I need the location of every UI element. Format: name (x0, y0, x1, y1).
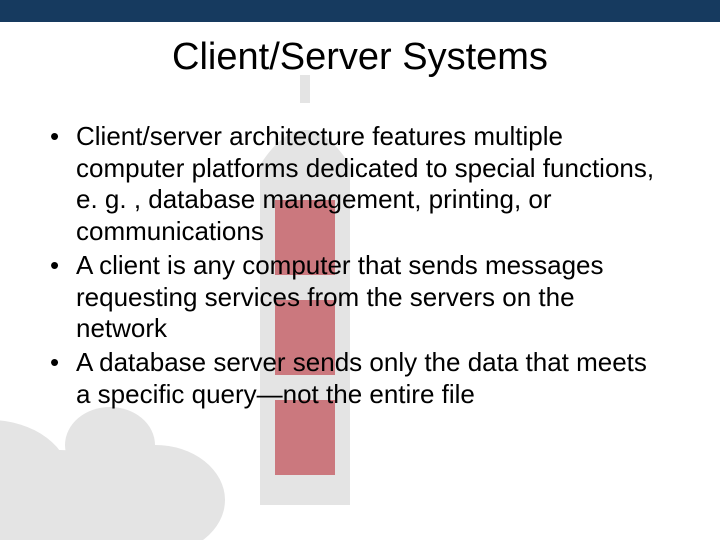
list-item: • Client/server architecture features mu… (48, 121, 662, 248)
top-bar (0, 0, 720, 22)
slide-content: Client/Server Systems • Client/server ar… (0, 36, 720, 410)
list-item: • A client is any computer that sends me… (48, 250, 662, 345)
bullet-dot: • (48, 121, 76, 248)
bullet-list: • Client/server architecture features mu… (0, 121, 720, 410)
bullet-text: Client/server architecture features mult… (76, 121, 662, 248)
bullet-text: A database server sends only the data th… (76, 347, 662, 410)
slide-title: Client/Server Systems (0, 36, 720, 79)
bullet-text: A client is any computer that sends mess… (76, 250, 662, 345)
list-item: • A database server sends only the data … (48, 347, 662, 410)
bullet-dot: • (48, 347, 76, 410)
bullet-dot: • (48, 250, 76, 345)
